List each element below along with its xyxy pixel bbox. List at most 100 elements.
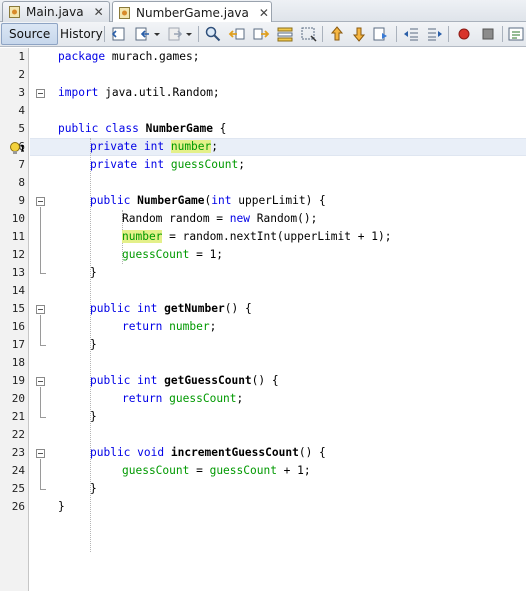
fold-collapse-icon[interactable] <box>36 449 45 458</box>
line-number: 20 <box>11 392 25 405</box>
chevron-down-icon[interactable] <box>184 25 194 43</box>
history-view-button[interactable]: History <box>52 23 111 45</box>
line-number: 18 <box>11 356 25 369</box>
toggle-bookmark-icon[interactable] <box>372 25 390 43</box>
line-number: 7 <box>18 158 25 171</box>
code-token: int <box>211 194 232 207</box>
toggle-rectangular-selection-icon[interactable] <box>300 25 318 43</box>
line-number: 4 <box>18 104 25 117</box>
code-token: package <box>58 50 106 63</box>
code-token: + 1; <box>276 464 311 477</box>
code-token: guessCount <box>122 248 190 261</box>
line-number: 1 <box>18 50 25 63</box>
line-number: 25 <box>11 482 25 495</box>
line-number: 13 <box>11 266 25 279</box>
fold-collapse-icon[interactable] <box>36 305 45 314</box>
chevron-down-icon[interactable] <box>152 25 162 43</box>
code-line-17: } <box>90 338 97 351</box>
fold-guide <box>40 489 46 490</box>
code-token: getGuessCount <box>164 374 252 387</box>
field-occurrence-highlight: number <box>122 230 163 243</box>
line-number: 2 <box>18 68 25 81</box>
next-bookmark-icon[interactable] <box>350 25 368 43</box>
code-token: NumberGame <box>137 194 205 207</box>
code-token: return <box>122 320 163 333</box>
shift-line-right-icon[interactable] <box>426 25 444 43</box>
code-line-19: public int getGuessCount() { <box>90 372 279 390</box>
code-line-5: public class NumberGame { <box>58 120 226 138</box>
toggle-highlight-icon[interactable] <box>276 25 294 43</box>
line-number: 23 <box>11 446 25 459</box>
code-line-15: public int getNumber() { <box>90 300 252 318</box>
code-token: ; <box>238 158 245 171</box>
code-token: java.util.Random; <box>98 86 220 99</box>
line-number: 21 <box>11 410 25 423</box>
line-number: 12 <box>11 248 25 261</box>
line-number: 15 <box>11 302 25 315</box>
code-token: guessCount <box>122 464 190 477</box>
code-token: = random.nextInt(upperLimit + 1); <box>162 230 392 243</box>
fold-collapse-icon[interactable] <box>36 89 45 98</box>
java-file-icon <box>8 5 22 19</box>
code-line-13: } <box>90 266 97 279</box>
line-number: 3 <box>18 86 25 99</box>
previous-bookmark-icon[interactable] <box>328 25 346 43</box>
code-line-16: return number; <box>122 318 216 336</box>
code-token: upperLimit) { <box>231 194 326 207</box>
java-file-icon <box>118 6 132 20</box>
code-token: public class <box>58 122 139 135</box>
code-token: private int <box>90 158 165 171</box>
code-line-3: import java.util.Random; <box>58 84 220 102</box>
fold-guide <box>40 207 41 273</box>
tab-main-java[interactable]: Main.java ✕ <box>2 1 110 22</box>
code-line-20: return guessCount; <box>122 390 243 408</box>
code-token: return <box>122 392 163 405</box>
stop-macro-recording-icon[interactable] <box>479 25 497 43</box>
line-number: 24 <box>11 464 25 477</box>
search-icon[interactable] <box>204 25 222 43</box>
code-line-23: public void incrementGuessCount() { <box>90 444 326 462</box>
source-view-button[interactable]: Source <box>1 23 59 45</box>
tab-label: NumberGame.java <box>136 5 249 20</box>
toolbar-separator <box>396 26 397 42</box>
field-occurrence-highlight: number <box>170 140 212 153</box>
last-edit-icon[interactable] <box>110 25 128 43</box>
fold-collapse-icon[interactable] <box>36 377 45 386</box>
line-number-gutter[interactable]: 1 2 3 4 5 6 7 8 9 10 11 12 13 14 15 16 1… <box>0 48 29 591</box>
close-tab-icon[interactable]: ✕ <box>259 7 269 19</box>
line-number: 11 <box>11 230 25 243</box>
find-previous-icon[interactable] <box>228 25 246 43</box>
close-tab-icon[interactable]: ✕ <box>94 6 104 18</box>
code-token: = 1; <box>189 248 224 261</box>
toolbar-separator <box>448 26 449 42</box>
code-token: incrementGuessCount <box>170 446 299 459</box>
line-number: 22 <box>11 428 25 441</box>
editor-tab-bar: Main.java ✕ NumberGame.java ✕ <box>0 0 526 23</box>
tab-label: Main.java <box>26 5 84 19</box>
code-token: NumberGame <box>145 122 213 135</box>
code-editor[interactable]: 1 2 3 4 5 6 7 8 9 10 11 12 13 14 15 16 1… <box>0 48 526 591</box>
shift-line-left-icon[interactable] <box>402 25 420 43</box>
code-line-11: number = random.nextInt(upperLimit + 1); <box>122 228 391 246</box>
toolbar-separator <box>198 26 199 42</box>
find-next-icon[interactable] <box>252 25 270 43</box>
tab-numbergame-java[interactable]: NumberGame.java ✕ <box>112 1 272 23</box>
code-token: () { <box>298 446 326 459</box>
code-line-21: } <box>90 410 97 423</box>
code-token: = <box>189 464 210 477</box>
code-token: ; <box>211 140 219 153</box>
fold-collapse-icon[interactable] <box>36 197 45 206</box>
back-icon[interactable] <box>134 25 152 43</box>
code-token: Random(); <box>250 212 318 225</box>
code-token: ; <box>236 392 244 405</box>
code-line-9: public NumberGame(int upperLimit) { <box>90 192 326 210</box>
start-macro-recording-icon[interactable] <box>455 25 473 43</box>
code-line-7: private int guessCount; <box>90 156 245 174</box>
fold-guide <box>40 315 41 345</box>
code-token: { <box>212 122 227 135</box>
forward-icon[interactable] <box>166 25 184 43</box>
code-line-1: package murach.games; <box>58 48 199 66</box>
code-token: new <box>229 212 250 225</box>
hint-bulb-icon[interactable] <box>9 141 27 157</box>
comment-icon[interactable] <box>507 25 525 43</box>
